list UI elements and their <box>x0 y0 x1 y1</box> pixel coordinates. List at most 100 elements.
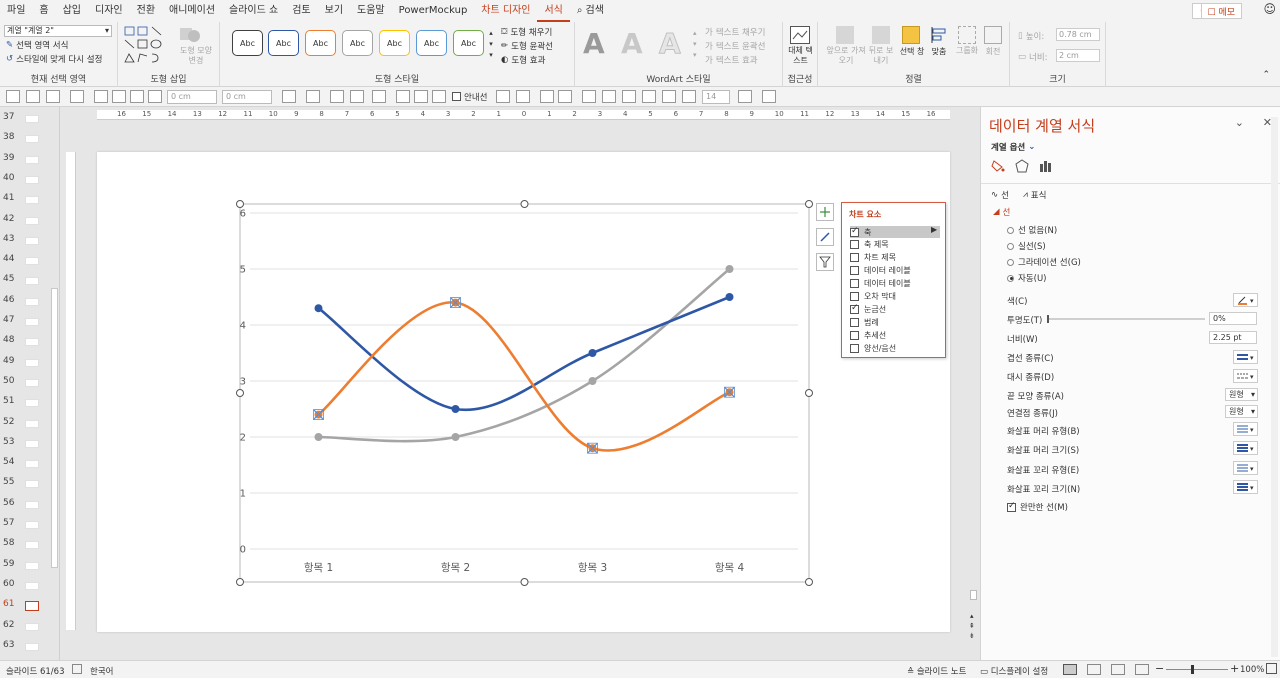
pane-scrollbar[interactable] <box>1271 117 1278 657</box>
checkbox[interactable] <box>850 226 859 237</box>
transparency-input[interactable]: 0% <box>1209 312 1257 325</box>
checkbox[interactable] <box>850 330 859 340</box>
feedback-smiley-icon[interactable]: ☺ <box>1263 2 1276 16</box>
resize-handle[interactable] <box>520 578 529 586</box>
data-point[interactable] <box>725 265 734 273</box>
zoom-slider[interactable] <box>1166 665 1228 674</box>
chart-element-item[interactable]: 차트 제목 <box>850 252 940 264</box>
zoom-slider-handle[interactable] <box>1191 665 1194 674</box>
checkbox[interactable] <box>850 279 859 289</box>
chart-styles-brush-icon[interactable] <box>816 228 834 246</box>
resize-handle[interactable] <box>805 200 813 208</box>
chart-filter-icon[interactable] <box>816 253 834 271</box>
data-point[interactable] <box>588 377 597 385</box>
line-section-header[interactable]: ◢ 선 <box>993 205 1010 218</box>
arrow-end-size-dropdown[interactable]: ▾ <box>1233 480 1258 494</box>
line-chart[interactable]: 0 1 2 3 4 5 6 항목 1 항목 2 항목 3 항목 4 <box>0 0 980 660</box>
line-width-input[interactable]: 2.25 pt <box>1209 331 1257 344</box>
display-settings-button[interactable]: ▭ 디스플레이 설정 <box>980 665 1048 677</box>
arrow-begin-type-dropdown[interactable]: ▾ <box>1233 422 1258 436</box>
pane-options-icon[interactable]: ⌄ <box>1235 116 1244 129</box>
zoom-level[interactable]: 100% <box>1240 665 1264 675</box>
slide-sorter-icon[interactable] <box>1087 664 1101 675</box>
line-type-radio[interactable]: 그라데이션 선(G) <box>1007 256 1081 268</box>
reading-view-icon[interactable] <box>1111 664 1125 675</box>
notes-button[interactable]: ≙ 슬라이드 노트 <box>907 665 966 677</box>
axis-submenu-arrow-icon[interactable]: ▶ <box>931 225 937 234</box>
dash-type-dropdown[interactable]: ▾ <box>1233 369 1258 383</box>
data-point[interactable] <box>451 405 460 413</box>
radio-button[interactable] <box>1007 258 1014 266</box>
radio-button[interactable] <box>1007 226 1014 234</box>
zoom-out-icon[interactable]: − <box>1155 662 1164 675</box>
checkbox[interactable] <box>850 343 859 353</box>
chart-element-item[interactable]: 추세선 <box>850 329 940 341</box>
data-point[interactable] <box>314 304 323 313</box>
tab-marker[interactable]: ⩘ 표식 <box>1023 188 1046 201</box>
data-point[interactable] <box>725 293 734 301</box>
chart-element-item[interactable]: 축 제목 <box>850 239 940 251</box>
chart-element-item[interactable]: 축 <box>850 226 940 238</box>
comments-button[interactable]: ☐ 메모 <box>1200 3 1242 19</box>
resize-handle[interactable] <box>805 389 813 397</box>
join-type-dropdown[interactable]: 원형 ▾ <box>1225 405 1258 418</box>
smooth-line-checkbox[interactable] <box>1007 501 1016 512</box>
data-point[interactable] <box>588 349 597 357</box>
language-indicator[interactable]: 한국어 <box>90 665 113 677</box>
radio-button[interactable] <box>1007 274 1014 282</box>
chart-element-item[interactable]: 눈금선 <box>850 303 940 315</box>
checkbox[interactable] <box>850 253 859 263</box>
resize-handle[interactable] <box>520 200 529 208</box>
resize-handle[interactable] <box>236 200 244 208</box>
arrow-begin-size-dropdown[interactable]: ▾ <box>1233 441 1258 455</box>
series-options-dropdown[interactable]: 계열 옵션 ⌄ <box>991 140 1035 153</box>
checkbox[interactable] <box>850 292 859 301</box>
prev-slide-icon[interactable]: ⇞ <box>969 622 975 630</box>
collapse-ribbon-icon[interactable]: ⌃ <box>1262 70 1270 80</box>
cap-type-dropdown[interactable]: 원형 ▾ <box>1225 388 1258 401</box>
resize-handle[interactable] <box>236 578 244 586</box>
resize-handle[interactable] <box>236 389 244 397</box>
series-line-1[interactable] <box>317 295 731 412</box>
transparency-slider[interactable] <box>1047 315 1205 323</box>
line-type-radio[interactable]: 자동(U) <box>1007 272 1047 284</box>
transparency-slider-handle[interactable] <box>1047 315 1049 323</box>
slideshow-icon[interactable] <box>1135 664 1149 675</box>
normal-view-icon[interactable] <box>1063 664 1077 675</box>
chart-element-item[interactable]: 데이터 레이블 <box>850 265 940 277</box>
radio-button[interactable] <box>1007 242 1014 250</box>
chart-element-item[interactable]: 범례 <box>850 316 940 328</box>
slide-scroll-thumb[interactable] <box>970 590 977 600</box>
effects-pentagon-icon[interactable] <box>1015 159 1029 173</box>
chart-elements-button[interactable] <box>816 203 834 221</box>
arrow-end-type-dropdown[interactable]: ▾ <box>1233 461 1258 475</box>
checkbox[interactable] <box>850 317 859 327</box>
chart-element-item[interactable]: 데이터 테이블 <box>850 278 940 290</box>
checkbox[interactable] <box>850 303 859 314</box>
scroll-up-icon[interactable]: ▴ <box>970 612 974 620</box>
resize-handle[interactable] <box>805 578 813 586</box>
series-options-chart-icon[interactable] <box>1039 159 1053 173</box>
spellcheck-icon[interactable] <box>72 664 82 674</box>
checkbox[interactable] <box>850 240 859 250</box>
tab-line[interactable]: ∿ 선 <box>991 188 1009 201</box>
data-point[interactable] <box>314 433 323 441</box>
fit-to-window-icon[interactable] <box>1266 663 1277 674</box>
height-input[interactable]: 0.78 cm <box>1056 28 1100 41</box>
color-picker-button[interactable]: ▾ <box>1233 293 1258 307</box>
checkbox[interactable] <box>850 266 859 276</box>
rotate-icon[interactable] <box>984 26 1002 44</box>
fill-line-icon[interactable] <box>991 159 1005 173</box>
series-line-3[interactable] <box>317 267 731 443</box>
zoom-in-icon[interactable]: + <box>1230 662 1239 675</box>
line-type-radio[interactable]: 실선(S) <box>1007 240 1046 252</box>
chart-element-item[interactable]: 양선/음선 <box>850 342 940 354</box>
line-type-radio[interactable]: 선 없음(N) <box>1007 224 1057 236</box>
smooth-line-toggle[interactable]: 완만한 선(M) <box>1007 501 1068 513</box>
chart-area-border[interactable] <box>239 203 810 583</box>
data-point[interactable] <box>451 433 460 441</box>
chart-element-item[interactable]: 오차 막대 <box>850 291 940 303</box>
next-slide-icon[interactable]: ⇟ <box>969 632 975 640</box>
width-input[interactable]: 2 cm <box>1056 49 1100 62</box>
compound-type-dropdown[interactable]: ▾ <box>1233 350 1258 364</box>
